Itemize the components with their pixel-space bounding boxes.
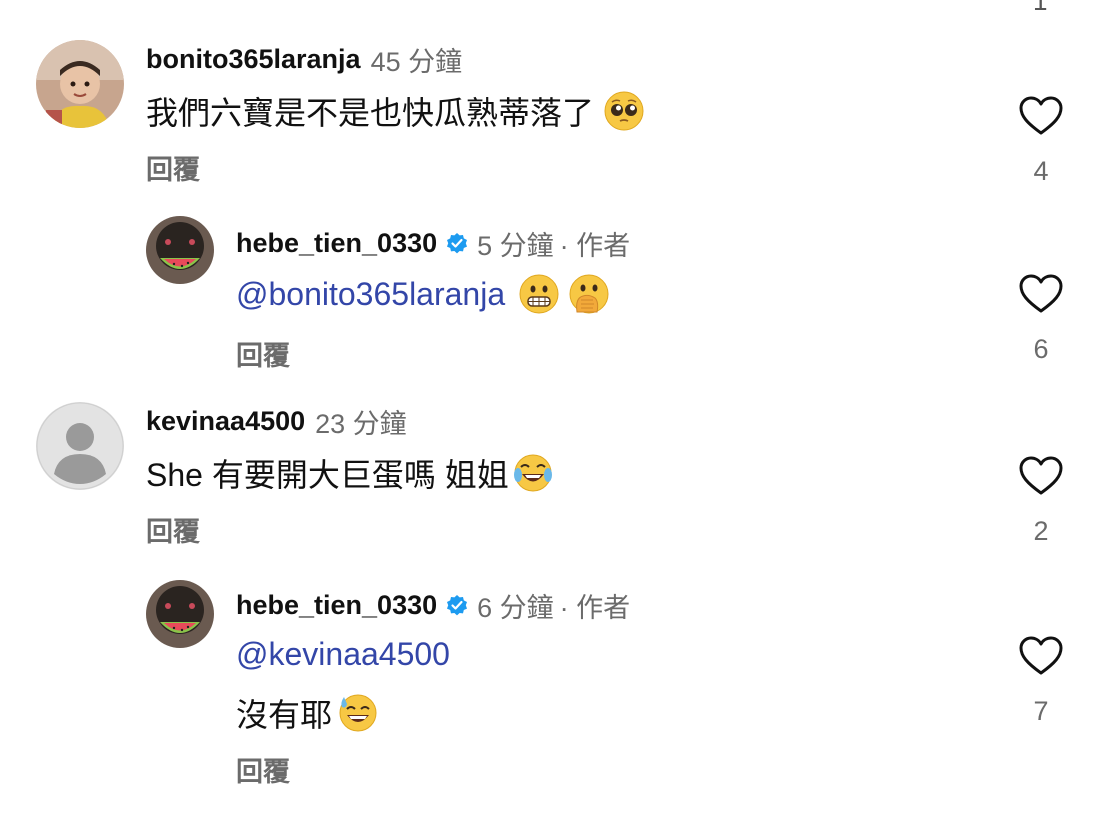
like-count: 2 [1033,516,1049,546]
like-button[interactable]: 4 [1018,96,1064,187]
partial-like-count: 1 [1033,0,1048,16]
reply-button[interactable]: 回覆 [236,334,290,373]
avatar[interactable] [36,402,124,490]
like-count: 6 [1033,334,1049,364]
comment-text: 我們六寶是不是也快瓜熟蒂落了 [146,95,595,131]
tears-of-joy-emoji [513,453,553,493]
comment-text: 沒有耶 [236,697,333,733]
heart-icon [1019,456,1063,495]
like-count: 7 [1033,696,1049,726]
like-count: 4 [1033,156,1049,186]
grinning-sweat-emoji [338,693,378,733]
reply-button[interactable]: 回覆 [146,510,200,549]
comment-time: 5 分鐘 [477,231,554,261]
avatar[interactable] [146,216,214,284]
heart-icon [1019,636,1063,675]
reply-button[interactable]: 回覆 [146,148,200,187]
verified-badge-icon [445,232,469,256]
pleading-face-emoji [604,91,644,131]
heart-icon [1019,96,1063,135]
verified-badge-icon [445,594,469,618]
heart-icon [1019,274,1063,313]
reply-button[interactable]: 回覆 [236,750,290,789]
username[interactable]: hebe_tien_0330 [236,590,437,621]
avatar[interactable] [146,580,214,648]
username[interactable]: bonito365laranja [146,44,361,75]
like-button[interactable]: 2 [1018,456,1064,547]
comment-time: 6 分鐘 [477,593,554,623]
comment-time: 45 分鐘 [370,47,463,77]
username[interactable]: kevinaa4500 [146,406,305,437]
like-button[interactable]: 7 [1018,636,1064,727]
default-avatar-icon [36,402,124,490]
comment-text: She 有要開大巨蛋嗎 姐姐 [146,457,509,493]
like-button[interactable]: 6 [1018,274,1064,365]
author-tag: · 作者 [559,231,631,261]
username[interactable]: hebe_tien_0330 [236,228,437,259]
mention-link[interactable]: @kevinaa4500 [236,636,450,673]
face-with-hand-over-mouth-emoji [569,274,609,314]
avatar[interactable] [36,40,124,128]
comment-time: 23 分鐘 [315,409,407,439]
grimacing-face-emoji [519,274,559,314]
author-tag: · 作者 [559,593,631,623]
mention-link[interactable]: @bonito365laranja [236,276,505,313]
